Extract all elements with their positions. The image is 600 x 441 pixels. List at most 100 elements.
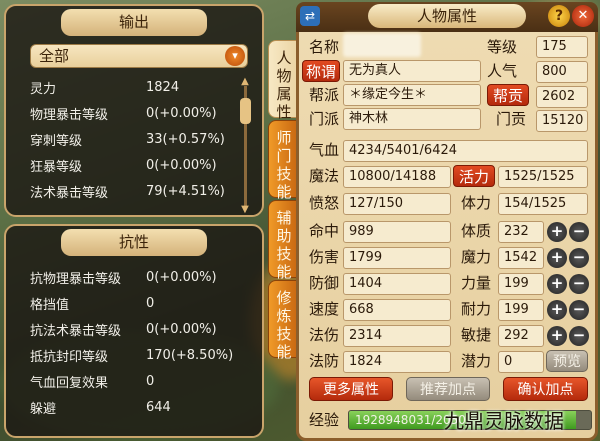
scroll-thumb[interactable] (240, 98, 251, 124)
vitality-button[interactable]: 活力 (453, 165, 495, 187)
magic-label: 魔力 (461, 248, 492, 266)
stat-name: 物理暴击等级 (30, 107, 109, 123)
faction-label: 帮派 (309, 86, 340, 104)
agility-label: 敏捷 (461, 326, 492, 344)
output-panel: 输出 全部 ▾ 灵力 1824 物理暴击等级 0(+0.00%) 穿刺等级 33… (4, 4, 264, 217)
preview-button[interactable]: 预览 (546, 350, 588, 372)
stat-value: 0(+0.00%) (146, 157, 217, 173)
window-title: 人物属性 (368, 4, 526, 28)
damage-value: 1799 (343, 247, 451, 269)
hp-label: 气血 (309, 141, 340, 159)
faction-contrib-button[interactable]: 帮贡 (487, 84, 529, 106)
stat-value: 170(+8.50%) (146, 347, 234, 363)
stat-row: 狂暴等级 0(+0.00%) (30, 152, 245, 178)
stat-row: 抗法术暴击等级 0(+0.00%) (30, 316, 245, 342)
resist-panel-title: 抗性 (61, 229, 207, 256)
school-label: 门派 (309, 110, 340, 128)
tab-label: 师门技能 (276, 129, 292, 201)
stat-name: 抵抗封印等级 (30, 349, 109, 365)
anger-value: 127/150 (343, 193, 451, 215)
vitality-value: 1525/1525 (498, 166, 588, 188)
school-contrib-label: 门贡 (496, 110, 527, 128)
stat-value: 0(+0.00%) (146, 269, 217, 285)
stat-value: 0 (146, 295, 155, 311)
strength-plus-icon[interactable]: + (547, 274, 567, 294)
more-attributes-button[interactable]: 更多属性 (309, 377, 393, 401)
output-stat-list: 灵力 1824 物理暴击等级 0(+0.00%) 穿刺等级 33(+0.57%)… (30, 74, 245, 204)
anger-label: 愤怒 (309, 194, 340, 212)
stat-row: 物理暴击等级 0(+0.00%) (30, 100, 245, 126)
exp-label: 经验 (309, 411, 340, 429)
title-button[interactable]: 称谓 (302, 60, 340, 82)
stat-row: 穿刺等级 33(+0.57%) (30, 126, 245, 152)
filter-dropdown[interactable]: 全部 ▾ (30, 44, 248, 68)
constitution-plus-icon[interactable]: + (547, 222, 567, 242)
close-icon[interactable]: ✕ (572, 5, 594, 27)
strength-value: 199 (498, 273, 544, 295)
spell-damage-value: 2314 (343, 325, 451, 347)
resist-panel: 抗性 抗物理暴击等级 0(+0.00%) 格挡值 0 抗法术暴击等级 0(+0.… (4, 224, 264, 438)
hp-value: 4234/5401/6424 (343, 140, 588, 162)
constitution-minus-icon[interactable]: − (569, 222, 589, 242)
title-value: 无为真人 (343, 60, 481, 82)
magic-minus-icon[interactable]: − (569, 248, 589, 268)
endurance-value: 199 (498, 299, 544, 321)
agility-minus-icon[interactable]: − (569, 326, 589, 346)
scroll-down-icon[interactable]: ▼ (238, 204, 252, 215)
speed-value: 668 (343, 299, 451, 321)
strength-minus-icon[interactable]: − (569, 274, 589, 294)
stat-value: 1824 (146, 79, 180, 95)
popularity-label: 人气 (487, 62, 518, 80)
endurance-label: 耐力 (461, 300, 492, 318)
chevron-down-icon[interactable]: ▾ (225, 46, 245, 66)
potential-label: 潜力 (461, 352, 492, 370)
popularity-value: 800 (536, 61, 588, 83)
spell-defense-value: 1824 (343, 351, 451, 373)
spell-defense-label: 法防 (309, 352, 340, 370)
magic-value: 1542 (498, 247, 544, 269)
filter-dropdown-value: 全部 (39, 47, 70, 65)
stat-row: 抵抗封印等级 170(+8.50%) (30, 342, 245, 368)
constitution-label: 体质 (461, 222, 492, 240)
spell-damage-label: 法伤 (309, 326, 340, 344)
agility-value: 292 (498, 325, 544, 347)
school-contrib-value: 15120 (536, 110, 588, 132)
mp-label: 魔法 (309, 167, 340, 185)
damage-label: 伤害 (309, 248, 340, 266)
potential-value: 0 (498, 351, 544, 373)
endurance-plus-icon[interactable]: + (547, 300, 567, 320)
magic-plus-icon[interactable]: + (547, 248, 567, 268)
recommend-points-button[interactable]: 推荐加点 (406, 377, 490, 401)
swap-icon[interactable]: ⇄ (300, 6, 320, 26)
watermark: 九鼎灵脉数据 (444, 409, 564, 433)
stat-name: 格挡值 (30, 297, 70, 313)
defense-value: 1404 (343, 273, 451, 295)
stat-row: 气血回复效果 0 (30, 368, 245, 394)
stat-name: 狂暴等级 (30, 159, 83, 175)
stat-value: 0 (146, 373, 155, 389)
mp-value: 10800/14188 (343, 166, 451, 188)
agility-plus-icon[interactable]: + (547, 326, 567, 346)
strength-label: 力量 (461, 274, 492, 292)
output-scrollbar[interactable]: ▲ ▼ (238, 76, 252, 215)
stat-name: 抗物理暴击等级 (30, 271, 122, 287)
stamina-value: 154/1525 (498, 193, 588, 215)
help-icon[interactable]: ? (548, 5, 570, 27)
stat-row: 灵力 1824 (30, 74, 245, 100)
name-field-obscured (343, 33, 421, 57)
attribute-side-panel: 输出 全部 ▾ 灵力 1824 物理暴击等级 0(+0.00%) 穿刺等级 33… (0, 0, 268, 441)
tab-label: 辅助技能 (276, 209, 292, 281)
name-label: 名称 (309, 38, 340, 56)
resist-stat-list: 抗物理暴击等级 0(+0.00%) 格挡值 0 抗法术暴击等级 0(+0.00%… (30, 264, 245, 420)
faction-contrib-value: 2602 (536, 86, 588, 108)
level-value: 175 (536, 36, 588, 58)
speed-label: 速度 (309, 300, 340, 318)
hit-label: 命中 (309, 222, 340, 240)
endurance-minus-icon[interactable]: − (569, 300, 589, 320)
stat-row: 法术暴击等级 79(+4.51%) (30, 178, 245, 204)
tab-label: 修炼技能 (276, 289, 292, 361)
defense-label: 防御 (309, 274, 340, 292)
stat-value: 0(+0.00%) (146, 321, 217, 337)
confirm-points-button[interactable]: 确认加点 (503, 377, 588, 401)
stat-name: 抗法术暴击等级 (30, 323, 122, 339)
